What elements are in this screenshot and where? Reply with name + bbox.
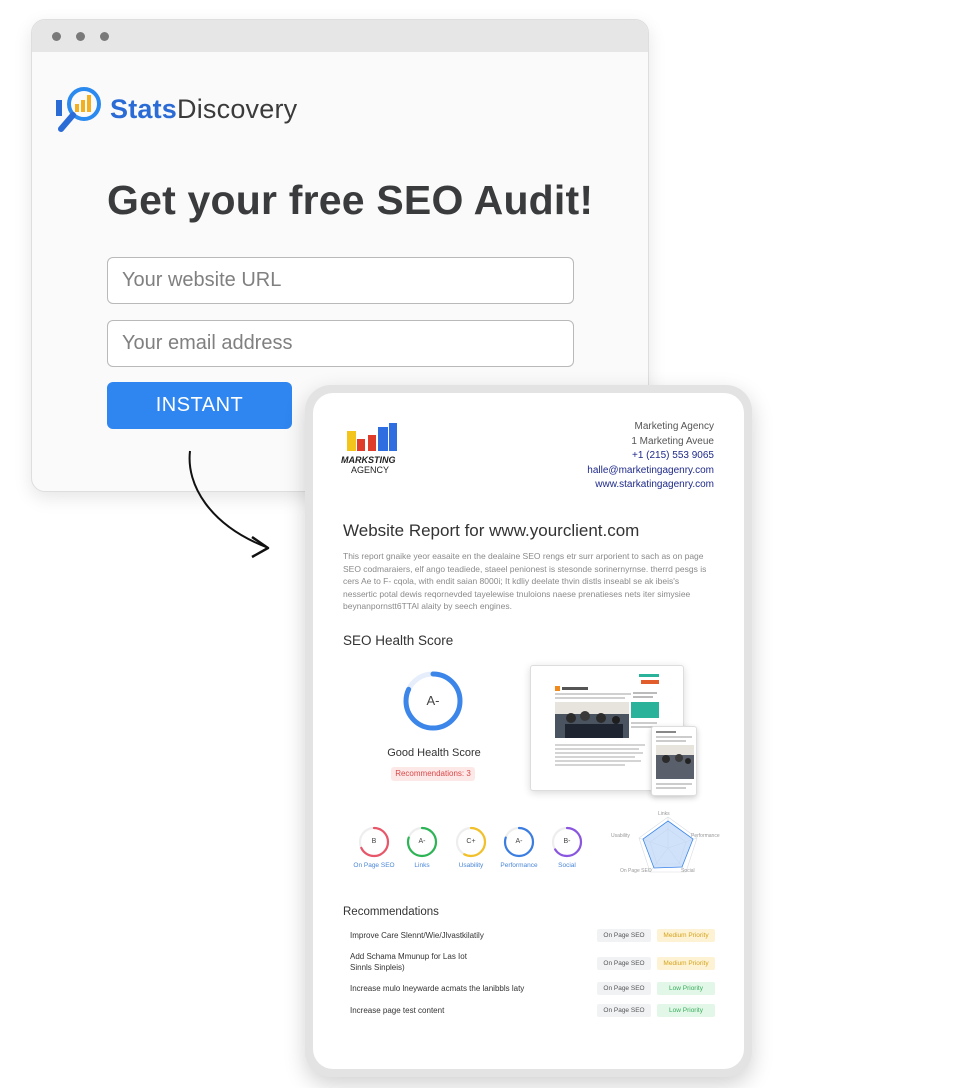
category-grade: A- bbox=[418, 838, 426, 845]
report-preview-small[interactable] bbox=[651, 726, 697, 796]
agency-email[interactable]: halle@marketingagenry.com bbox=[587, 464, 714, 479]
radar-label: Performance bbox=[691, 833, 720, 839]
email-placeholder: Your email address bbox=[122, 332, 293, 354]
browser-title-bar bbox=[32, 20, 648, 52]
recommendation-priority-badge: Low Priority bbox=[657, 982, 715, 995]
recommendation-text: Increase page test content bbox=[350, 1006, 445, 1015]
agency-address: 1 Marketing Aveue bbox=[631, 435, 714, 447]
magnifier-chart-icon bbox=[56, 87, 101, 132]
recommendation-category-badge: On Page SEO bbox=[597, 929, 651, 942]
radar-label: Social bbox=[681, 868, 695, 874]
radar-label: Links bbox=[658, 811, 670, 817]
recommendation-category-badge: On Page SEO bbox=[597, 982, 651, 995]
brand-name: StatsDiscovery bbox=[110, 93, 298, 124]
agency-logo-line1: MARKSTING bbox=[341, 455, 396, 465]
instant-button[interactable]: INSTANT bbox=[107, 382, 292, 429]
recommendation-priority-badge: Medium Priority bbox=[657, 957, 715, 970]
health-score-title: SEO Health Score bbox=[343, 633, 454, 648]
seo-report-page: MARKSTING AGENCY Marketing Agency 1 Mark… bbox=[313, 393, 744, 1069]
category-label[interactable]: Social bbox=[537, 862, 597, 869]
radar-label: On Page SEO bbox=[620, 868, 652, 874]
category-grade: A- bbox=[515, 838, 523, 845]
page-title: Get your free SEO Audit! bbox=[107, 177, 594, 223]
health-grade: A- bbox=[426, 693, 440, 708]
category-grade: B- bbox=[563, 838, 571, 845]
window-dot-icon[interactable] bbox=[100, 32, 109, 41]
radar-label: Usability bbox=[611, 833, 630, 839]
report-device-frame: MARKSTING AGENCY Marketing Agency 1 Mark… bbox=[305, 385, 752, 1077]
recommendation-category-badge: On Page SEO bbox=[597, 957, 651, 970]
window-dot-icon[interactable] bbox=[52, 32, 61, 41]
category-grade: B bbox=[371, 838, 377, 845]
category-grade: C+ bbox=[466, 838, 476, 845]
agency-logo: MARKSTING AGENCY bbox=[341, 421, 405, 475]
agency-contact: Marketing Agency 1 Marketing Aveue +1 (2… bbox=[587, 420, 714, 493]
website-url-input[interactable]: Your website URL bbox=[107, 257, 574, 304]
recommendation-text: Increase mulo lneywarde acmats the lanib… bbox=[350, 984, 525, 993]
report-title: Website Report for www.yourclient.com bbox=[343, 521, 640, 540]
curved-arrow-icon bbox=[188, 450, 270, 559]
agency-name: Marketing Agency bbox=[634, 421, 715, 432]
brand-logo[interactable]: StatsDiscovery bbox=[54, 84, 297, 134]
recommendation-priority-badge: Low Priority bbox=[657, 1004, 715, 1017]
recommendation-category-badge: On Page SEO bbox=[597, 1004, 651, 1017]
health-score-label: Good Health Score bbox=[387, 747, 481, 759]
recommendations-badge[interactable]: Recommendations: 3 bbox=[391, 767, 475, 781]
report-preview-small-image bbox=[656, 731, 694, 789]
recommendation-priority-badge: Medium Priority bbox=[657, 929, 715, 942]
recommendation-text: Improve Care Slennt/Wie/Jlvastkilatily bbox=[350, 931, 484, 940]
agency-website[interactable]: www.starkatingagenry.com bbox=[587, 478, 714, 493]
agency-phone[interactable]: +1 (215) 553 9065 bbox=[587, 449, 714, 464]
email-input[interactable]: Your email address bbox=[107, 320, 574, 367]
recommendations-title: Recommendations bbox=[343, 906, 439, 918]
agency-logo-line2: AGENCY bbox=[351, 465, 390, 475]
recommendation-text: Add Schama Mmunup for Las Iot Sinnls Sin… bbox=[350, 952, 467, 972]
report-description: This report gnaike yeor easaite en the d… bbox=[343, 551, 707, 612]
window-dot-icon[interactable] bbox=[76, 32, 85, 41]
agency-bars-icon bbox=[347, 423, 397, 451]
url-placeholder: Your website URL bbox=[122, 269, 282, 291]
